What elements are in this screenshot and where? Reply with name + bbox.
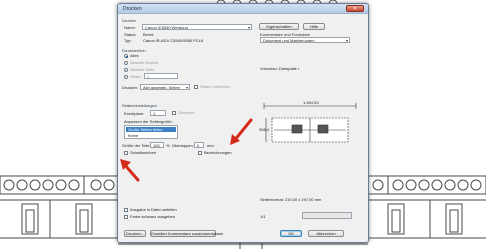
help-button-label: Hilfe: [309, 24, 318, 29]
close-icon: ✕: [352, 6, 358, 12]
tile-scale-input[interactable]: 100: [150, 142, 164, 148]
range-current-view-label: Aktuelle Ansicht: [130, 60, 159, 65]
help-button[interactable]: Hilfe: [303, 23, 325, 30]
overlap-input[interactable]: 0: [194, 142, 204, 148]
scaling-label: Anpassen der Seitengröße:: [124, 119, 173, 124]
page-handling-section-label: Seiteneinstellungen: [122, 103, 157, 108]
scaling-option-none[interactable]: Keine: [126, 133, 176, 138]
copies-label: Exemplare:: [124, 111, 145, 116]
overlap-unit: mm: [207, 143, 214, 148]
printer-section-label: Drucker: [122, 18, 137, 23]
properties-button-label: Eigenschaften: [266, 24, 292, 29]
type-label: Typ:: [124, 38, 132, 43]
print-setup-label: Drucken...: [125, 231, 145, 236]
summarize-label: Kommentare zusammenfassen: [167, 231, 224, 236]
preview-dimension-vertical: 308,4: [259, 127, 270, 132]
cancel-label: Abbrechen: [316, 231, 336, 236]
scaling-list[interactable]: Große Seiten teilen Keine: [124, 125, 178, 139]
copies-input-value: 1: [153, 111, 156, 116]
overlap-value: 0: [197, 143, 200, 148]
range-pages-label: Seiten: [130, 74, 142, 79]
print-to-file-checkbox[interactable]: [124, 208, 128, 212]
preview-drawing: [263, 103, 357, 143]
page-counter: 1/1: [260, 214, 266, 219]
print-dialog: Drucken ✕ Drucker Name: Canon iC5540 Wer…: [117, 3, 369, 243]
print-setup-button[interactable]: Drucken...: [124, 230, 146, 237]
close-button[interactable]: ✕: [346, 5, 364, 12]
cut-marks-label: Schnittzeichen: [130, 150, 157, 155]
comments-select-value: Dokument und Markierungen: [263, 38, 315, 43]
status-value: Bereit: [143, 32, 154, 37]
print-black-checkbox[interactable]: [124, 215, 128, 219]
summarize-comments-button[interactable]: Erweitert Kommentare zusammenfassen: [150, 230, 223, 237]
page-slider[interactable]: [302, 212, 352, 219]
range-all-radio[interactable]: [124, 54, 128, 58]
preview-pane: 1.454,53 308,4: [259, 80, 360, 190]
tile-scale-label: Größe der Teile:: [122, 143, 151, 148]
range-current-page-radio[interactable]: [124, 68, 128, 72]
print-to-file-label: Ausgabe in Datei umleiten: [130, 207, 177, 212]
cut-marks-checkbox[interactable]: [124, 151, 128, 155]
tile-scale-unit: %: [166, 143, 170, 148]
reverse-pages-label: Seiten umkehren: [200, 84, 231, 89]
dialog-title: Drucken: [123, 6, 142, 12]
overlap-label: Überlappen:: [172, 143, 194, 148]
preview-dimension-horizontal: 1.454,53: [303, 100, 319, 105]
title-bar: Drucken ✕: [118, 4, 368, 14]
range-current-page-label: Aktuelle Seite: [130, 67, 155, 72]
annotation-arrow-icon: [230, 118, 253, 145]
status-label: Status:: [124, 32, 137, 37]
range-pages-radio[interactable]: [124, 75, 128, 79]
pages-input-value: 1: [147, 74, 150, 79]
preview-zoom-text: Seitenformat: 210,00 x 297,00 mm: [260, 197, 322, 202]
subset-label: Drucken:: [122, 85, 139, 90]
pages-input[interactable]: 1: [144, 73, 178, 79]
cancel-button[interactable]: Abbrechen: [308, 230, 344, 237]
labels-label: Bezeichnungen: [204, 150, 232, 155]
annotation-arrow-icon: [120, 159, 140, 182]
scaling-option-tile[interactable]: Große Seiten teilen: [126, 127, 176, 132]
collate-checkbox[interactable]: [172, 111, 176, 115]
properties-button[interactable]: Eigenschaften: [259, 23, 299, 30]
subset-select[interactable]: Alle angegeb. Seiten ▾: [140, 84, 190, 90]
collate-label: Sortieren: [178, 110, 195, 115]
dropdown-icon: ▾: [185, 85, 188, 90]
printer-name-label: Name:: [124, 25, 136, 30]
range-current-view-radio[interactable]: [124, 61, 128, 65]
printer-select[interactable]: Canon iC5540 Werbung ▾: [142, 24, 252, 30]
dropdown-icon: ▾: [345, 38, 348, 43]
ok-button[interactable]: OK: [280, 230, 302, 237]
subset-select-value: Alle angegeb. Seiten: [143, 85, 180, 90]
dropdown-icon: ▾: [247, 25, 250, 30]
preview-heading: Vorschau: Dreispalte r: [260, 66, 300, 71]
reverse-pages-checkbox[interactable]: [194, 85, 198, 89]
printer-select-value: Canon iC5540 Werbung: [145, 25, 188, 30]
print-black-label: Farbe schwarz ausgeben: [130, 214, 175, 219]
range-all-label: Alles: [130, 53, 139, 58]
advanced-label: Erweitert: [151, 231, 167, 236]
tile-scale-value: 100: [153, 143, 160, 148]
copies-input[interactable]: 1: [150, 110, 166, 116]
type-value: Canon iR-ADV C5540/5550 PCL6: [143, 38, 204, 43]
labels-checkbox[interactable]: [198, 151, 202, 155]
ok-label: OK: [288, 231, 294, 236]
comments-select[interactable]: Dokument und Markierungen ▾: [260, 37, 350, 43]
